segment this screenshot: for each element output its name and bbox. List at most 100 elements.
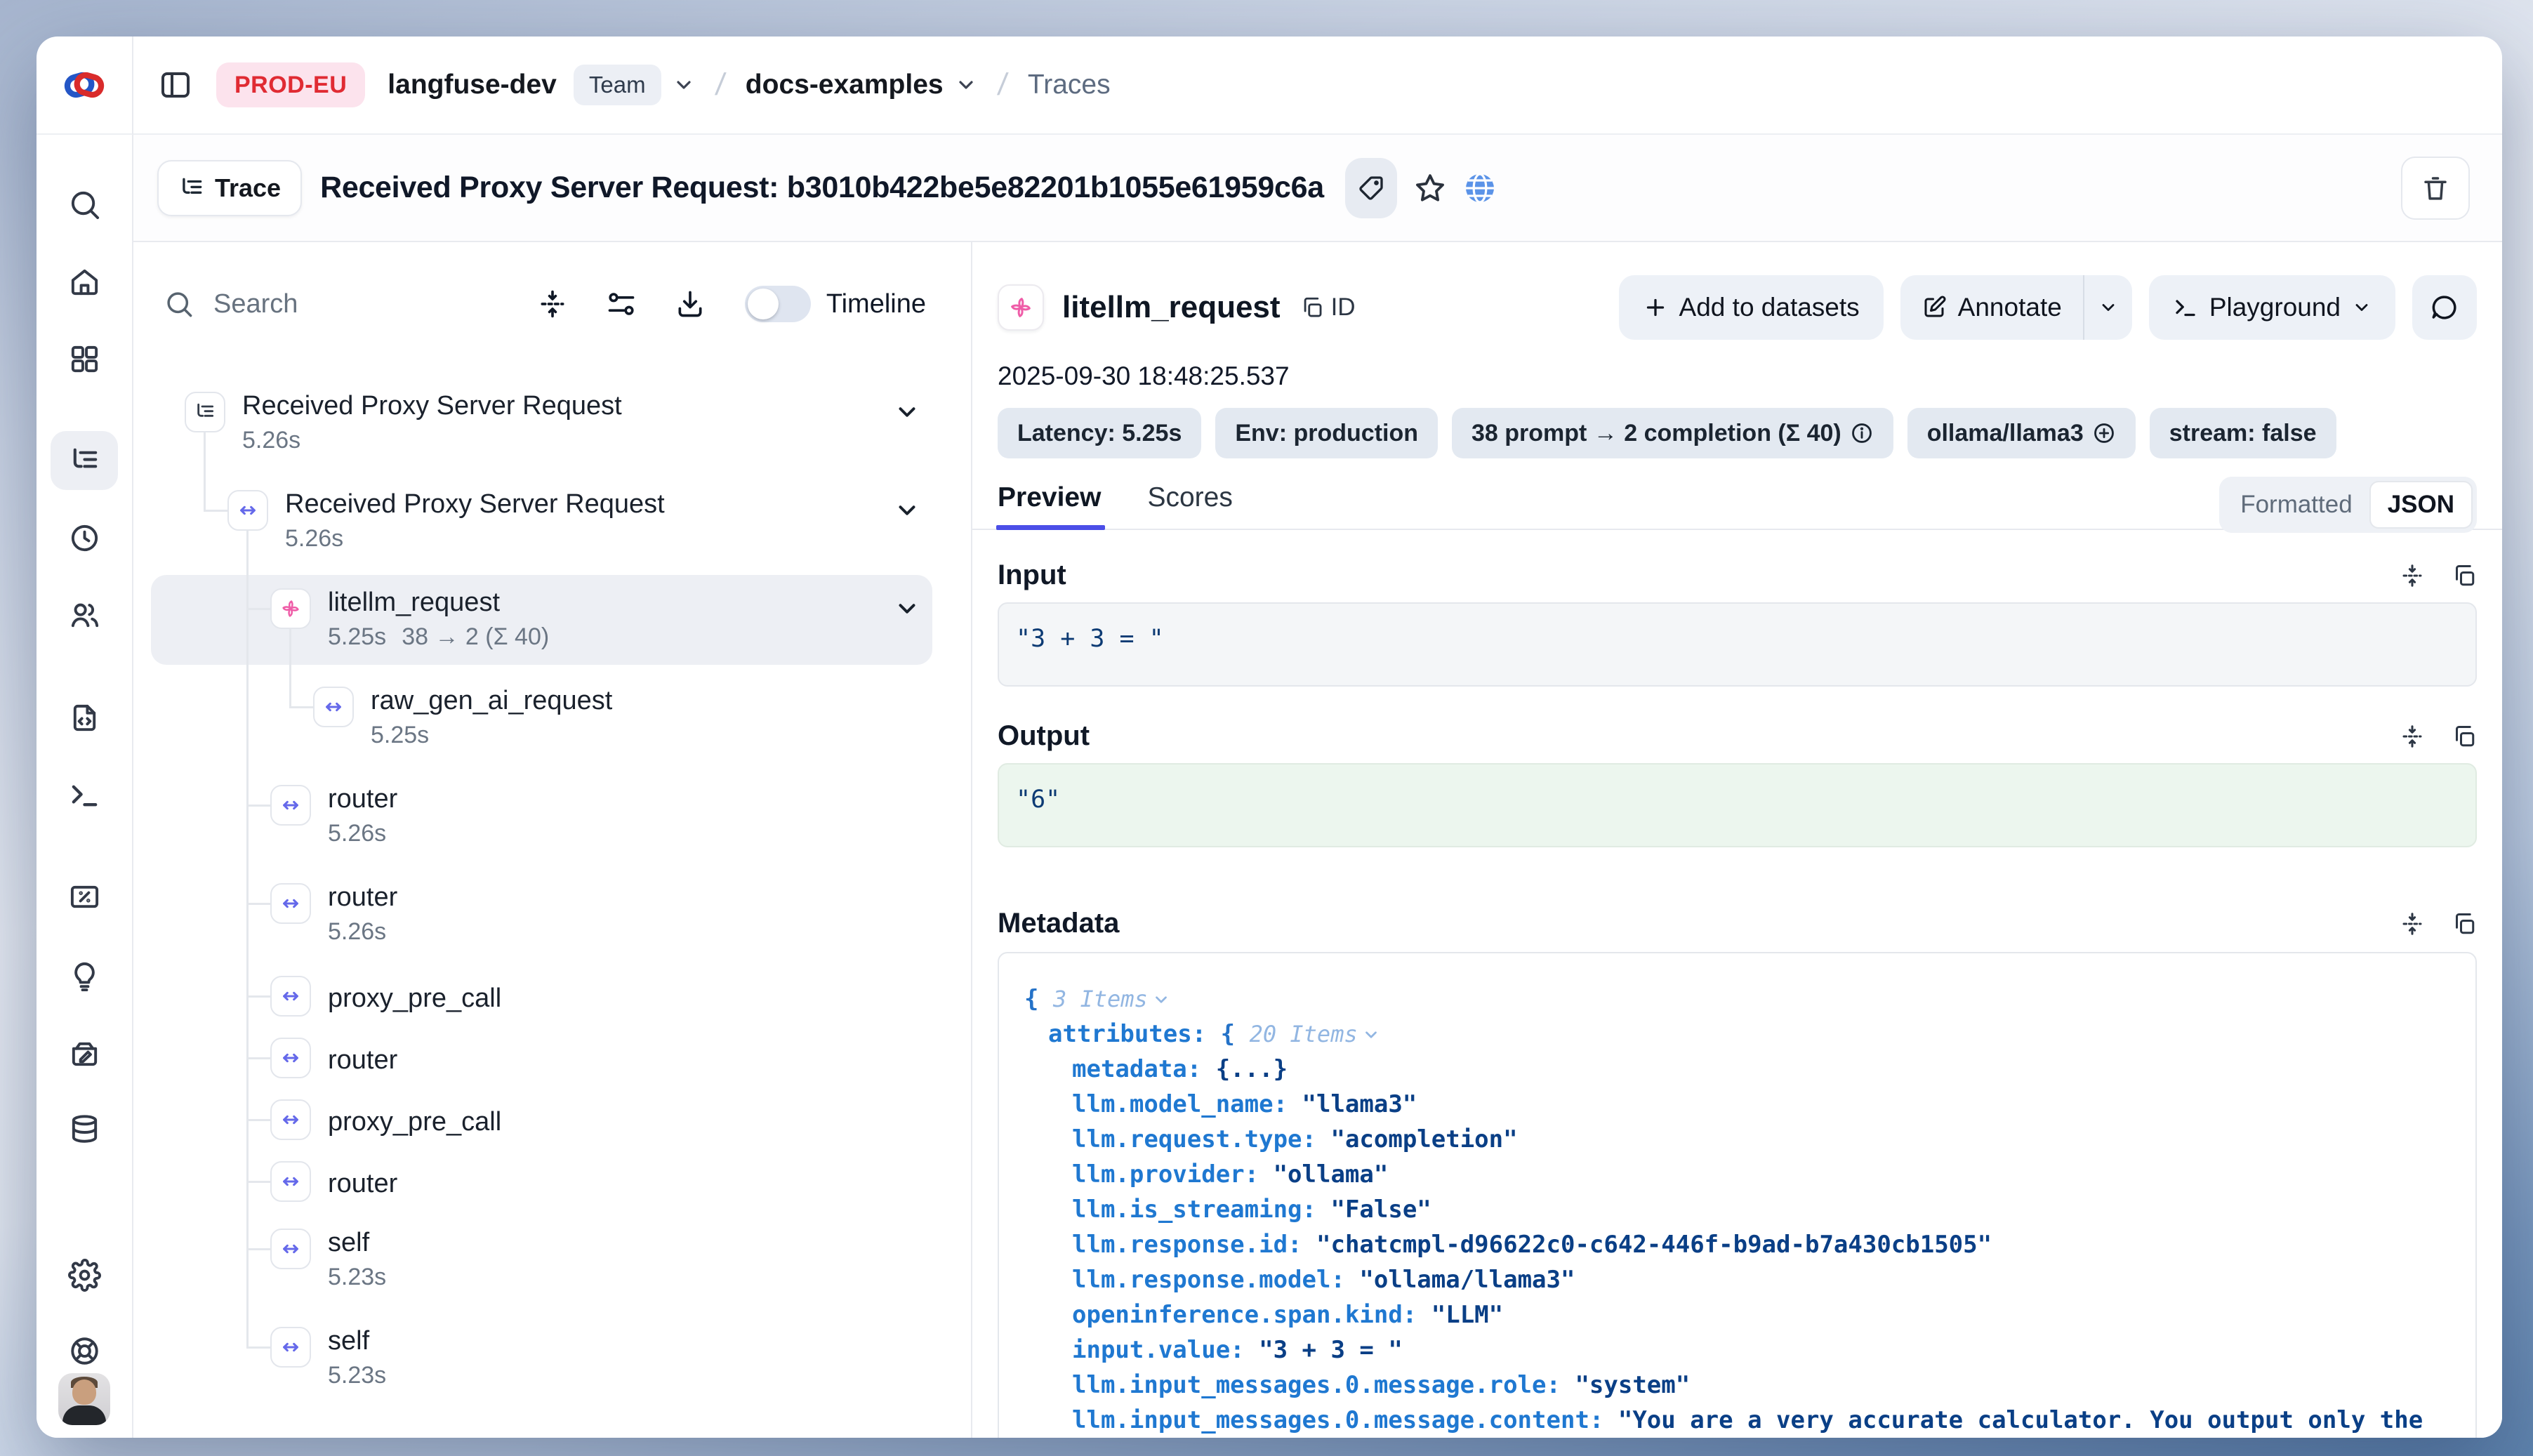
- playground-button[interactable]: Playground: [2149, 275, 2395, 340]
- copy-icon[interactable]: [2452, 724, 2477, 749]
- node-duration: 5.26s: [285, 525, 665, 552]
- format-json-option[interactable]: JSON: [2369, 481, 2473, 529]
- project-chevron-down-icon[interactable]: [955, 74, 977, 96]
- tags-button[interactable]: [1345, 158, 1397, 218]
- sidebar-item-tracing[interactable]: [51, 431, 118, 490]
- json-line: openinference.span.kind: "LLM": [1013, 1297, 2475, 1332]
- metadata-json-viewer[interactable]: { 3 Itemsattributes: { 20 Itemsmetadata:…: [998, 952, 2477, 1438]
- output-value[interactable]: "6": [998, 763, 2477, 847]
- public-globe-icon[interactable]: [1463, 171, 1497, 205]
- download-icon[interactable]: [675, 289, 706, 319]
- node-label: router: [328, 1169, 397, 1199]
- plus-circle-icon[interactable]: [2092, 421, 2116, 445]
- insights-icon: [68, 960, 101, 993]
- tree-node-router[interactable]: router: [133, 1027, 971, 1089]
- tree-node-received-proxy-server-request[interactable]: Received Proxy Server Request5.26s: [133, 376, 971, 474]
- generation-type-icon: [270, 588, 311, 629]
- bookmark-star-icon[interactable]: [1414, 172, 1446, 204]
- sidebar-item-users[interactable]: [51, 585, 118, 644]
- sidebar-item-search[interactable]: [51, 175, 118, 234]
- tree-node-proxy-pre-call[interactable]: proxy_pre_call: [133, 1089, 971, 1151]
- environment-badge: PROD-EU: [216, 62, 365, 107]
- copy-icon[interactable]: [2452, 911, 2477, 937]
- span-type-icon: [270, 1038, 311, 1078]
- tree-node-router[interactable]: router5.26s: [133, 769, 971, 867]
- sidebar-item-sessions[interactable]: [51, 508, 118, 567]
- collapse-section-icon[interactable]: [2400, 724, 2425, 749]
- json-value: "LLM": [1431, 1301, 1503, 1329]
- input-value[interactable]: "3 + 3 = ": [998, 602, 2477, 687]
- dashboards-icon: [68, 343, 101, 376]
- breadcrumb-separator: /: [713, 67, 727, 102]
- org-chevron-down-icon[interactable]: [673, 74, 695, 96]
- view-settings-icon[interactable]: [606, 289, 637, 319]
- breadcrumb-project[interactable]: docs-examples: [746, 70, 944, 100]
- format-formatted-option[interactable]: Formatted: [2223, 491, 2369, 519]
- json-item-count[interactable]: 20 Items: [1250, 1021, 1380, 1047]
- sidebar-toggle-icon[interactable]: [159, 68, 192, 102]
- tree-node-proxy-pre-call[interactable]: proxy_pre_call: [133, 965, 971, 1027]
- span-type-icon: [270, 883, 311, 924]
- sidebar-item-datasets[interactable]: [51, 1099, 118, 1158]
- sidebar-item-support[interactable]: [51, 1321, 118, 1380]
- metric-badge: stream: false: [2150, 408, 2336, 458]
- tab-preview[interactable]: Preview: [998, 477, 1101, 529]
- sidebar-item-home[interactable]: [51, 252, 118, 311]
- collapse-section-icon[interactable]: [2400, 911, 2425, 937]
- users-icon: [68, 599, 101, 632]
- tree-node-self[interactable]: self5.23s: [133, 1212, 971, 1311]
- tree-node-litellm-request[interactable]: litellm_request5.25s38 → 2 (Σ 40): [133, 572, 971, 670]
- sidebar-item-prompts[interactable]: [51, 688, 118, 747]
- chevron-down-icon[interactable]: [894, 497, 920, 524]
- observation-badges: Latency: 5.25sEnv: production38 prompt →…: [998, 408, 2477, 458]
- json-line: llm.response.model: "ollama/llama3": [1013, 1262, 2475, 1297]
- json-item-count[interactable]: 3 Items: [1053, 986, 1170, 1012]
- metric-badge[interactable]: 38 prompt → 2 completion (Σ 40): [1452, 408, 1893, 458]
- collapse-all-icon[interactable]: [537, 289, 568, 319]
- chevron-down-icon[interactable]: [894, 595, 920, 622]
- tracing-type-icon: [185, 392, 225, 432]
- span-type-icon: [270, 1161, 311, 1202]
- search-icon: [164, 289, 194, 319]
- chevron-down-icon[interactable]: [894, 399, 920, 425]
- copy-icon[interactable]: [2452, 563, 2477, 588]
- sidebar-item-insights[interactable]: [51, 946, 118, 1005]
- collapse-section-icon[interactable]: [2400, 563, 2425, 588]
- terminal-icon: [2173, 295, 2198, 320]
- comments-button[interactable]: [2412, 275, 2477, 340]
- tree-node-received-proxy-server-request[interactable]: Received Proxy Server Request5.26s: [133, 474, 971, 572]
- breadcrumb-section[interactable]: Traces: [1028, 70, 1111, 100]
- playground-icon: [68, 779, 101, 812]
- tab-scores[interactable]: Scores: [1147, 477, 1232, 529]
- tree-node-router[interactable]: router5.26s: [133, 867, 971, 965]
- json-line: llm.request.type: "acompletion": [1013, 1122, 2475, 1157]
- tree-node-raw-gen-ai-request[interactable]: raw_gen_ai_request5.25s: [133, 670, 971, 769]
- delete-trace-button[interactable]: [2401, 157, 2470, 220]
- search-input[interactable]: Search: [213, 289, 499, 319]
- id-label: ID: [1331, 293, 1356, 322]
- metric-badge[interactable]: ollama/llama3: [1907, 408, 2136, 458]
- langfuse-logo-icon[interactable]: [61, 62, 107, 108]
- annotate-label: Annotate: [1958, 293, 2062, 322]
- sidebar-item-settings[interactable]: [51, 1245, 118, 1304]
- annotate-button[interactable]: Annotate: [1900, 275, 2083, 340]
- sidebar-item-dashboards[interactable]: [51, 329, 118, 388]
- annotate-dropdown-button[interactable]: [2084, 275, 2132, 340]
- json-key: llm.is_streaming:: [1072, 1196, 1330, 1224]
- sidebar-item-playground[interactable]: [51, 765, 118, 824]
- org-name[interactable]: langfuse-dev: [388, 70, 557, 100]
- info-icon[interactable]: [1850, 421, 1874, 445]
- copy-id-button[interactable]: ID: [1300, 293, 1356, 322]
- span-type-icon: [270, 785, 311, 826]
- json-value: "system": [1575, 1371, 1690, 1399]
- sidebar-item-evaluation[interactable]: [51, 867, 118, 926]
- sidebar-item-annotation[interactable]: [51, 1024, 118, 1083]
- node-label: router: [328, 784, 397, 814]
- add-to-datasets-button[interactable]: Add to datasets: [1619, 275, 1884, 340]
- user-avatar[interactable]: [58, 1373, 110, 1425]
- timeline-toggle[interactable]: [745, 286, 811, 322]
- tree-node-self[interactable]: self5.23s: [133, 1311, 971, 1409]
- json-value: "llama3": [1302, 1090, 1417, 1118]
- home-icon: [68, 265, 101, 298]
- tree-node-router[interactable]: router: [133, 1151, 971, 1212]
